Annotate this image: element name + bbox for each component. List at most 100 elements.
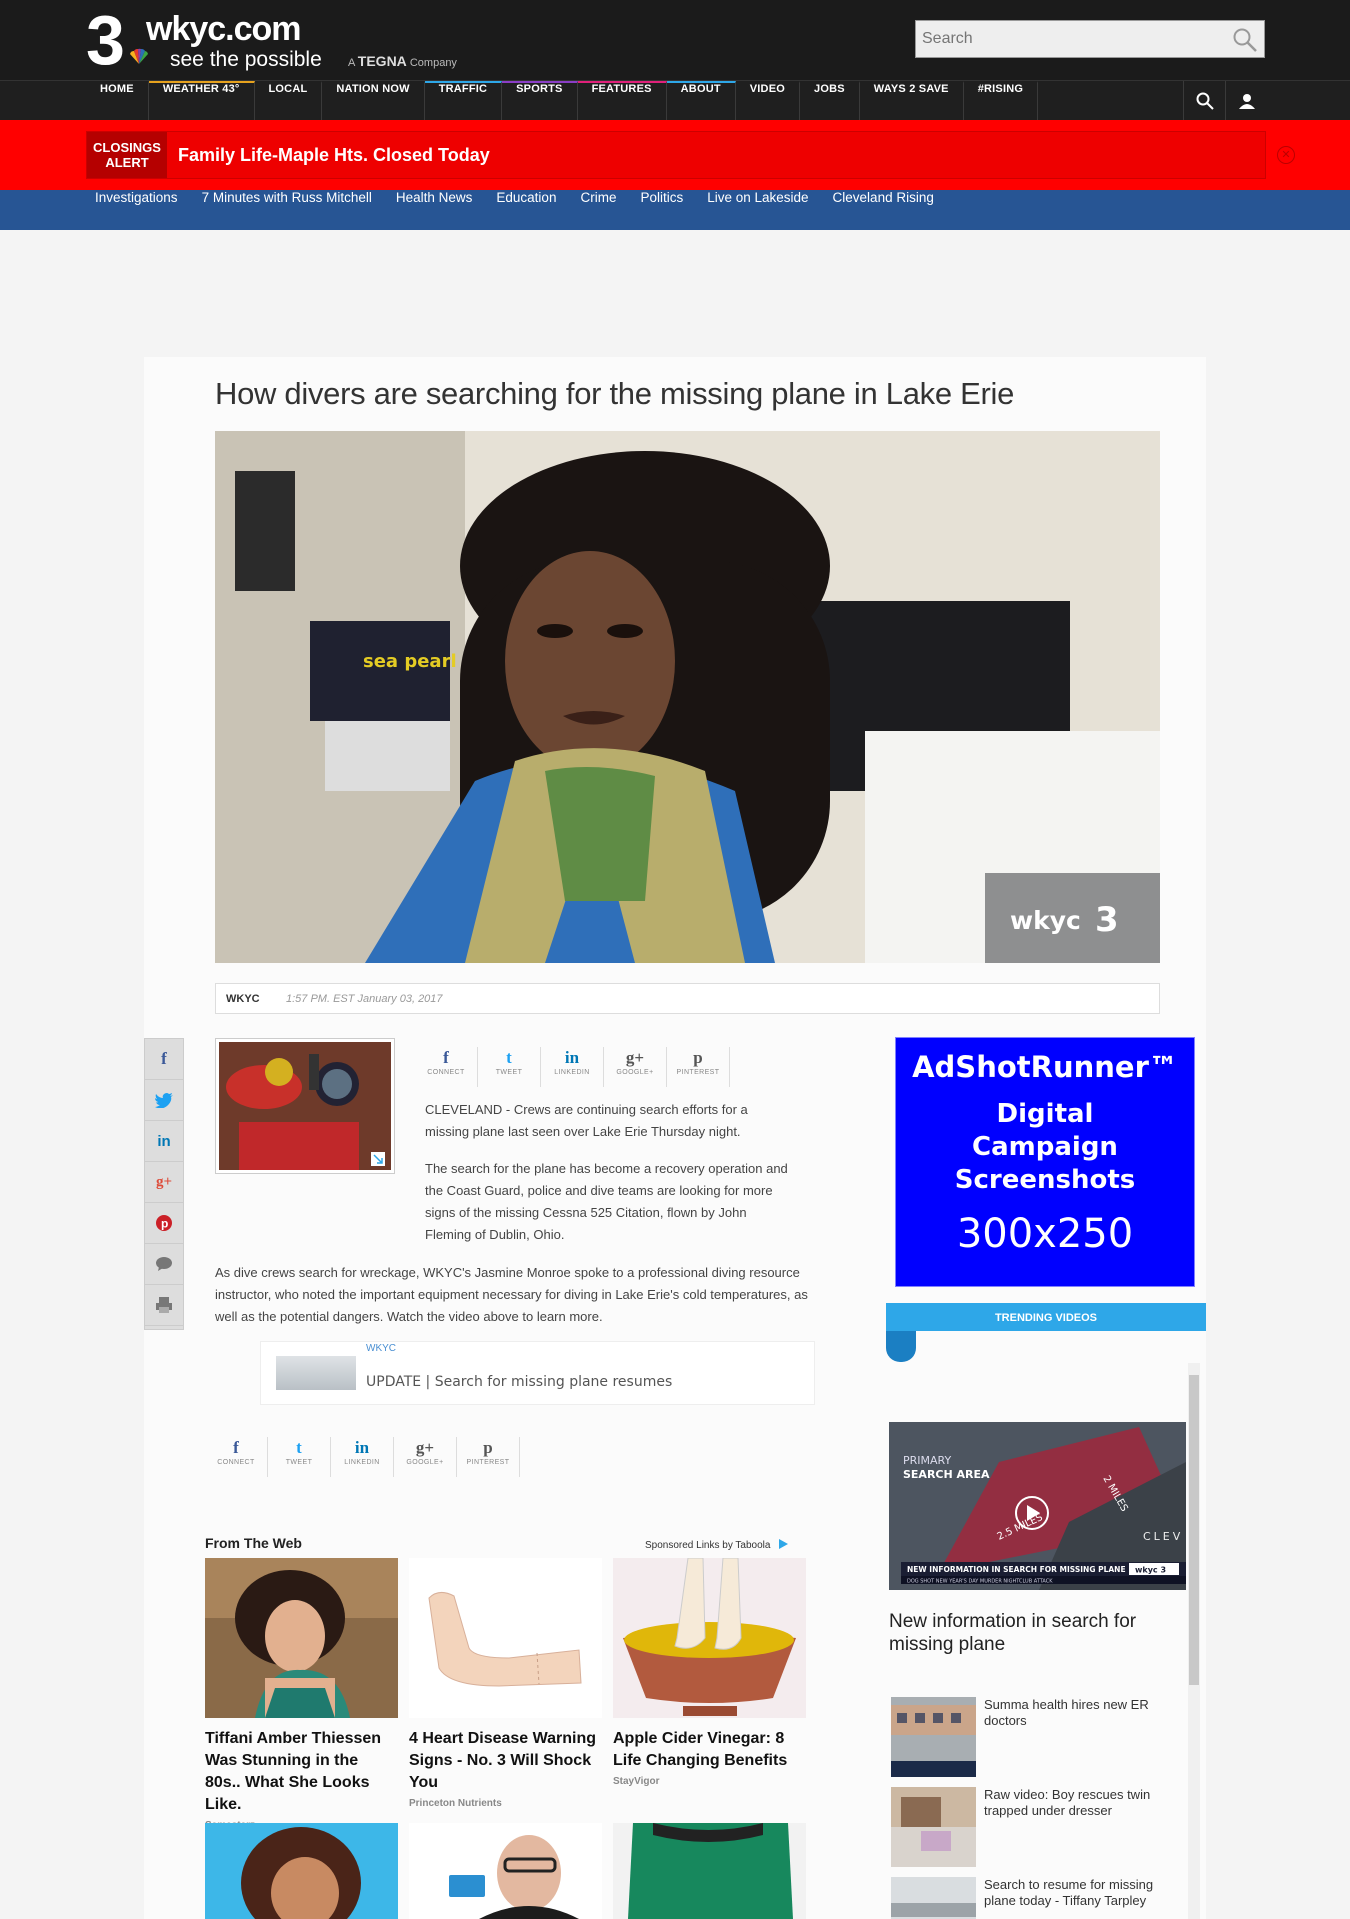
google-plus-icon: g+ <box>415 1438 435 1457</box>
nav-item-about[interactable]: ABOUT <box>666 81 736 120</box>
share-linkedin-button[interactable]: in LINKEDIN <box>331 1437 394 1477</box>
ad-banner[interactable]: AdShotRunner™ Digital Campaign Screensho… <box>895 1037 1195 1287</box>
nbc-peacock-icon <box>130 48 148 64</box>
subnav-item-health-news[interactable]: Health News <box>384 190 485 230</box>
taboola-card-title[interactable]: Tiffani Amber Thiessen Was Stunning in t… <box>205 1728 398 1816</box>
nav-item-traffic[interactable]: TRAFFIC <box>424 81 503 120</box>
share-google-button[interactable]: g+ GOOGLE+ <box>394 1437 457 1477</box>
logo-tagline: see the possible <box>170 48 322 71</box>
nav-item-video[interactable]: VIDEO <box>736 81 800 120</box>
logo-number: 3 <box>86 1 125 79</box>
logo-company: A TEGNA Company <box>348 53 457 69</box>
taboola-card-image[interactable] <box>205 1823 398 1919</box>
sponsored-links[interactable]: Sponsored Links by Taboola <box>645 1538 789 1551</box>
site-logo[interactable]: 3 wkyc.com see the possible A TEGNA Comp… <box>86 1 486 79</box>
share-label: CONNECT <box>217 1459 255 1466</box>
search-icon <box>1196 92 1214 110</box>
nav-item-features[interactable]: FEATURES <box>577 81 667 120</box>
video-watermark: wkyc <box>1010 906 1081 935</box>
search-input[interactable] <box>916 21 1216 57</box>
linkedin-icon[interactable]: in <box>145 1121 183 1162</box>
related-story[interactable]: WKYC UPDATE | Search for missing plane r… <box>260 1341 815 1405</box>
share-label: PINTEREST <box>466 1459 510 1466</box>
comment-icon[interactable] <box>145 1244 183 1285</box>
share-connect-button[interactable]: f CONNECT <box>205 1437 268 1477</box>
close-icon[interactable]: ✕ <box>1277 146 1295 164</box>
nav-item-weather-43[interactable]: WEATHER 43° <box>148 81 255 120</box>
alert-label: CLOSINGS ALERT <box>87 132 167 178</box>
video-watermark-number: 3 <box>1095 900 1119 940</box>
trending-item[interactable]: Summa health hires new ER doctors <box>891 1697 1181 1777</box>
print-icon[interactable] <box>145 1285 183 1326</box>
trending-item[interactable]: Raw video: Boy rescues twin trapped unde… <box>891 1787 1181 1867</box>
subnav-item-cleveland-rising[interactable]: Cleveland Rising <box>821 190 946 230</box>
side-share-rail: f in g+ p <box>144 1038 184 1330</box>
share-pinterest-button[interactable]: p PINTEREST <box>667 1047 730 1087</box>
trending-item-title[interactable]: Summa health hires new ER doctors <box>984 1697 1174 1729</box>
nav-search-button[interactable] <box>1183 81 1225 120</box>
scrollbar-thumb[interactable] <box>1189 1375 1199 1685</box>
subnav-item-investigations[interactable]: Investigations <box>83 190 190 230</box>
taboola-card-image[interactable] <box>613 1823 806 1919</box>
article-paragraph-2: The search for the plane has become a re… <box>215 1158 815 1246</box>
trending-videos-tab[interactable]: TRENDING VIDEOS <box>886 1303 1206 1331</box>
nav-user-button[interactable] <box>1225 81 1267 120</box>
google-plus-icon[interactable]: g+ <box>145 1162 183 1203</box>
subnav-item-education[interactable]: Education <box>484 190 568 230</box>
trending-item-title[interactable]: Search to resume for missing plane today… <box>984 1877 1174 1909</box>
taboola-card[interactable]: Apple Cider Vinegar: 8 Life Changing Ben… <box>613 1558 806 1787</box>
taboola-card-title[interactable]: 4 Heart Disease Warning Signs - No. 3 Wi… <box>409 1728 602 1794</box>
search-box <box>915 20 1265 58</box>
related-title[interactable]: UPDATE | Search for missing plane resume… <box>366 1374 672 1390</box>
taboola-card-image[interactable] <box>409 1823 602 1919</box>
ad-body: Digital Campaign Screenshots <box>954 1099 1136 1195</box>
map-label: SEARCH AREA <box>903 1468 990 1481</box>
map-city: CLEV <box>1143 1530 1183 1543</box>
trending-feature-title[interactable]: New information in search for missing pl… <box>889 1610 1169 1656</box>
taboola-card-source: Princeton Nutrients <box>409 1798 502 1809</box>
subnav-item-politics[interactable]: Politics <box>628 190 695 230</box>
share-linkedin-button[interactable]: in LINKEDIN <box>541 1047 604 1087</box>
article-thumbnail[interactable] <box>215 1038 395 1174</box>
share-connect-button[interactable]: f CONNECT <box>415 1047 478 1087</box>
subnav-item-crime[interactable]: Crime <box>568 190 628 230</box>
twitter-icon: t <box>296 1438 302 1457</box>
nav-item-local[interactable]: LOCAL <box>255 81 323 120</box>
trending-feature-video[interactable]: PRIMARY SEARCH AREA 2 MILES 2.5 MILES CL… <box>889 1422 1186 1590</box>
trending-scrollbar[interactable] <box>1188 1363 1200 1919</box>
pinterest-icon[interactable]: p <box>145 1203 183 1244</box>
alert-text[interactable]: Family Life-Maple Hts. Closed Today <box>178 145 490 166</box>
taboola-card-image <box>613 1558 806 1718</box>
share-google-button[interactable]: g+ GOOGLE+ <box>604 1047 667 1087</box>
nav-item-sports[interactable]: SPORTS <box>502 81 578 120</box>
twitter-icon[interactable] <box>145 1080 183 1121</box>
nav-item-ways-2-save[interactable]: WAYS 2 SAVE <box>860 81 964 120</box>
search-icon[interactable] <box>1232 27 1258 53</box>
facebook-icon: f <box>443 1048 449 1067</box>
taboola-card-title[interactable]: Apple Cider Vinegar: 8 Life Changing Ben… <box>613 1728 806 1772</box>
facebook-icon[interactable]: f <box>145 1039 183 1080</box>
facebook-icon: f <box>233 1438 239 1457</box>
nav-item-jobs[interactable]: JOBS <box>800 81 860 120</box>
taboola-card[interactable]: 4 Heart Disease Warning Signs - No. 3 Wi… <box>409 1558 602 1809</box>
video-ticker-sub: DOG SHOT NEW YEAR'S DAY MURDER NIGHTCLUB… <box>907 1579 1053 1585</box>
share-tweet-button[interactable]: t TWEET <box>268 1437 331 1477</box>
alert-box[interactable]: CLOSINGS ALERT Family Life-Maple Hts. Cl… <box>86 131 1266 179</box>
linkedin-icon: in <box>564 1048 580 1067</box>
trending-item-image <box>891 1877 976 1919</box>
subnav-item-live-on-lakeside[interactable]: Live on Lakeside <box>695 190 820 230</box>
share-label: CONNECT <box>427 1069 465 1076</box>
trending-item-image <box>891 1697 976 1777</box>
nav-item-nation-now[interactable]: NATION NOW <box>322 81 425 120</box>
trending-item-title[interactable]: Raw video: Boy rescues twin trapped unde… <box>984 1787 1174 1819</box>
pinterest-icon: p <box>483 1438 493 1457</box>
share-tweet-button[interactable]: t TWEET <box>478 1047 541 1087</box>
nav-item-home[interactable]: HOME <box>86 81 149 120</box>
video-player[interactable]: sea pearl wkyc 3 <box>215 431 1160 963</box>
share-pinterest-button[interactable]: p PINTEREST <box>457 1437 520 1477</box>
nav-item-rising[interactable]: #RISING <box>964 81 1039 120</box>
subnav-item-7-minutes-with-russ-mitchell[interactable]: 7 Minutes with Russ Mitchell <box>190 190 384 230</box>
main-nav: HOME WEATHER 43° LOCAL NATION NOW TRAFFIC SPO… <box>0 80 1350 120</box>
trending-item[interactable]: Search to resume for missing plane today… <box>891 1877 1181 1919</box>
taboola-card[interactable]: Tiffani Amber Thiessen Was Stunning in t… <box>205 1558 398 1831</box>
